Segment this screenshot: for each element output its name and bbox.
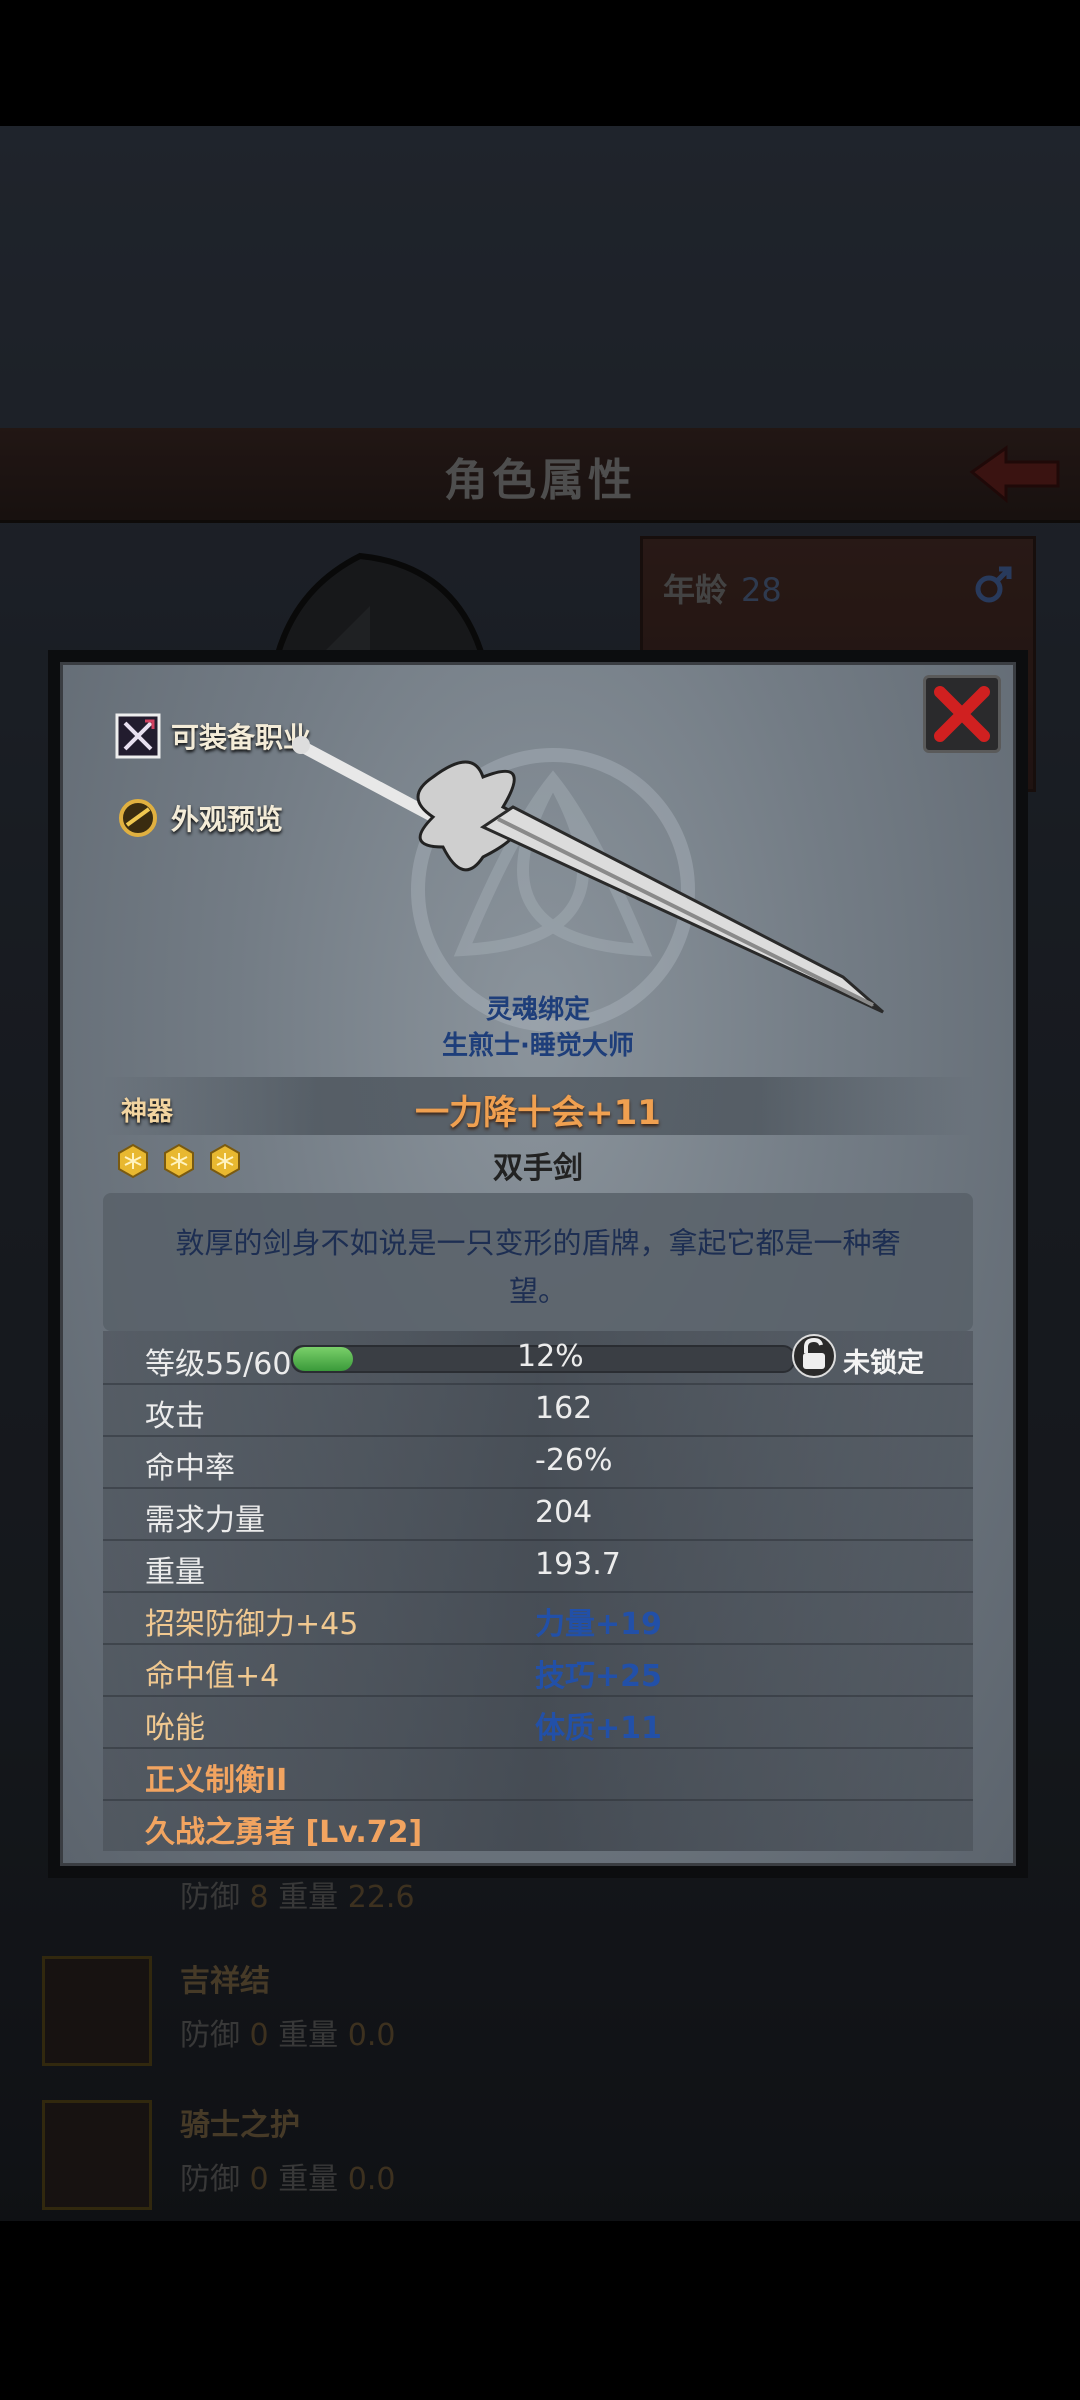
level-row: 等级55/60 12% 未锁定: [103, 1331, 973, 1385]
level-percent: 12%: [517, 1339, 584, 1374]
bonus-row: 招架防御力+45 力量+19: [103, 1591, 973, 1645]
bonus-attribute: 技巧+25: [535, 1659, 662, 1694]
close-corner: [873, 665, 1013, 765]
bind-status: 灵魂绑定: [485, 995, 590, 1025]
stat-value: -26%: [535, 1443, 613, 1478]
appearance-preview-button[interactable]: 外观预览: [115, 795, 283, 841]
trait-name: 正义制衡II: [145, 1763, 288, 1798]
close-button[interactable]: [923, 675, 1001, 753]
stat-value: 204: [535, 1495, 593, 1530]
equip-class-button[interactable]: 可装备职业: [115, 713, 311, 759]
level-progress-fill: [293, 1347, 353, 1371]
stat-name: 命中率: [145, 1451, 235, 1486]
trait-row[interactable]: 正义制衡II: [103, 1747, 973, 1801]
modal-body: 可装备职业 外观预览 灵魂绑定 生煎士·睡觉大师 神器 一力降十会+11 双手剑…: [60, 662, 1016, 1866]
crossed-weapons-icon: [115, 713, 161, 759]
lock-icon[interactable]: [791, 1333, 837, 1379]
bonus-attribute: 体质+11: [535, 1711, 662, 1746]
bonus-stat: 命中值+4: [145, 1659, 280, 1694]
stat-name: 重量: [145, 1555, 205, 1590]
bonus-stat: 招架防御力+45: [145, 1607, 359, 1642]
trait-name: 久战之勇者 [Lv.72]: [145, 1815, 423, 1850]
owner-name: 生煎士·睡觉大师: [442, 1031, 634, 1061]
stats-table: 等级55/60 12% 未锁定 攻击 162 命中率 -26% 需求力量 204…: [103, 1331, 973, 1851]
bonus-attribute: 力量+19: [535, 1607, 662, 1642]
bonus-stat: 吮能: [145, 1711, 205, 1746]
appearance-icon: [119, 799, 157, 837]
stat-row: 需求力量 204: [103, 1487, 973, 1541]
bonus-row: 吮能 体质+11: [103, 1695, 973, 1749]
bonus-row: 命中值+4 技巧+25: [103, 1643, 973, 1697]
stat-row: 攻击 162: [103, 1383, 973, 1437]
stat-name: 需求力量: [145, 1503, 265, 1538]
appearance-preview-label: 外观预览: [171, 803, 284, 836]
level-label: 等级55/60: [145, 1347, 292, 1382]
stat-row: 命中率 -26%: [103, 1435, 973, 1489]
sword-image: [292, 736, 884, 1014]
item-type: 双手剑: [493, 1151, 583, 1186]
stat-row: 重量 193.7: [103, 1539, 973, 1593]
close-icon: [934, 686, 990, 742]
trait-row[interactable]: 久战之勇者 [Lv.72]: [103, 1799, 973, 1851]
lock-status[interactable]: 未锁定: [843, 1341, 924, 1380]
item-name: 一力降十会+11: [415, 1093, 661, 1133]
stat-name: 攻击: [145, 1399, 205, 1434]
stat-value: 162: [535, 1391, 593, 1426]
item-description: 敦厚的剑身不如说是一只变形的盾牌，拿起它都是一种奢望。: [103, 1193, 973, 1331]
stat-value: 193.7: [535, 1547, 621, 1582]
item-detail-modal: 可装备职业 外观预览 灵魂绑定 生煎士·睡觉大师 神器 一力降十会+11 双手剑…: [48, 650, 1028, 1878]
